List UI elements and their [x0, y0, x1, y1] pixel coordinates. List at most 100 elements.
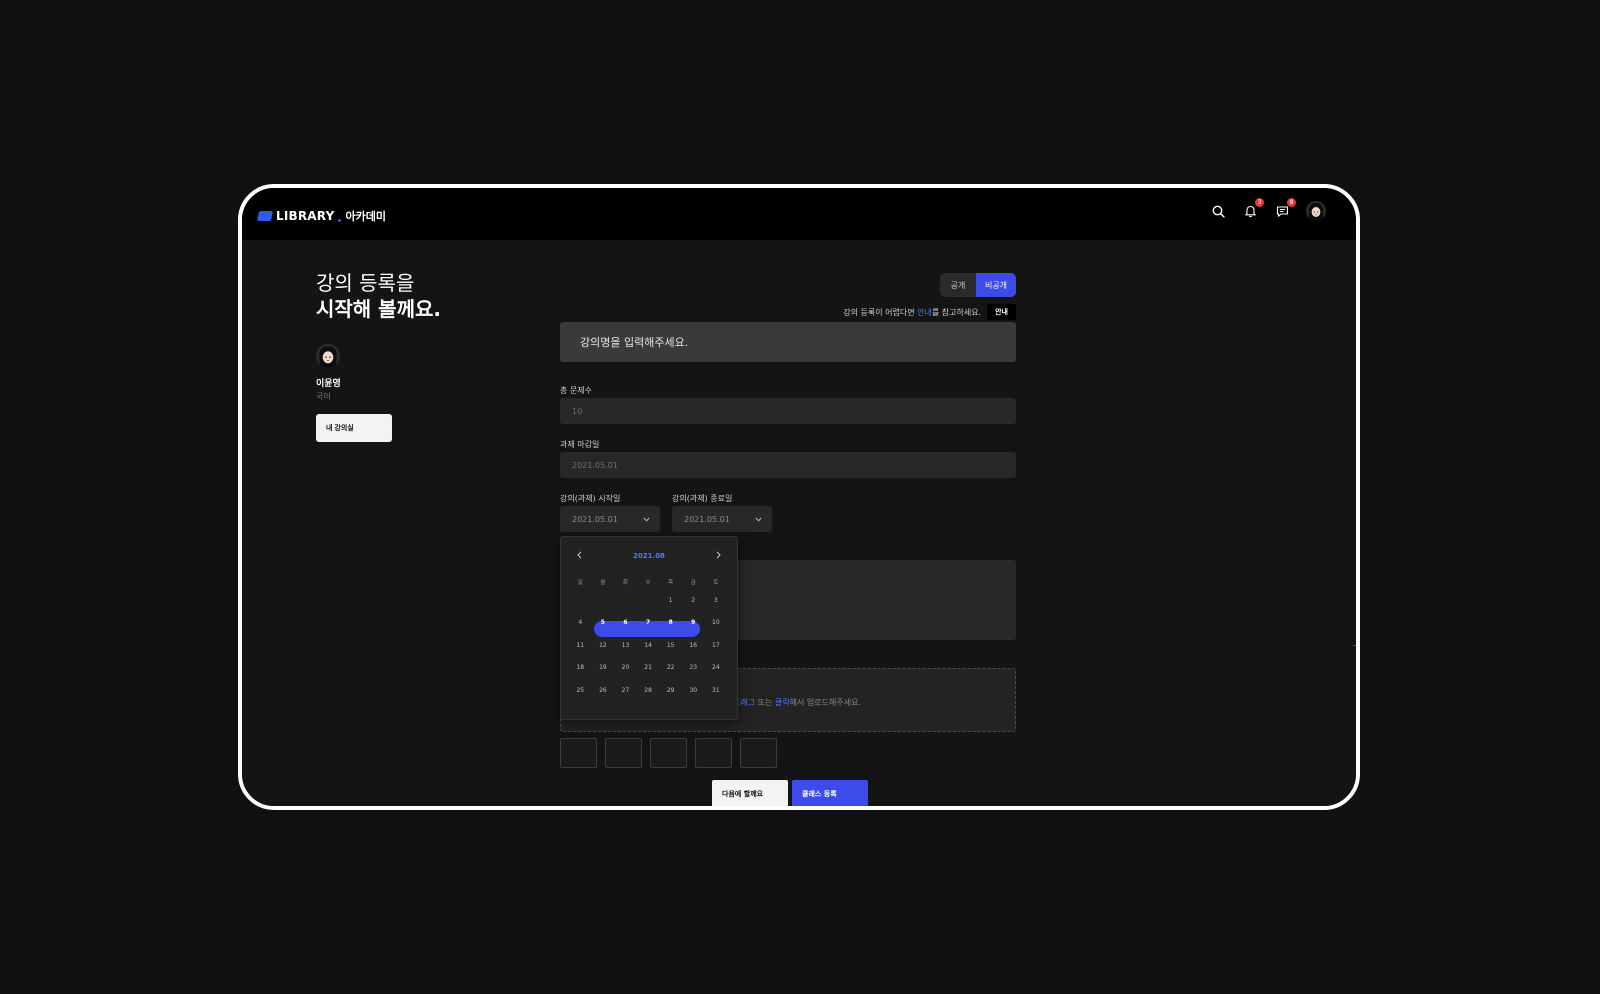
calendar-day[interactable]: 4: [569, 612, 592, 635]
calendar-day[interactable]: 8: [659, 612, 682, 635]
guide-button[interactable]: 안내: [987, 304, 1016, 320]
messages-button[interactable]: 8: [1274, 198, 1296, 219]
next-month-button[interactable]: [716, 551, 721, 562]
end-date-value: 2021.05.01: [684, 514, 730, 524]
public-option[interactable]: 공개: [940, 273, 976, 297]
deadline-label: 과제 마감일: [560, 440, 600, 449]
calendar-day[interactable]: 14: [637, 634, 660, 657]
calendar-day[interactable]: 6: [614, 612, 637, 635]
help-text-before: 강의 등록이 어렵다면: [843, 307, 915, 317]
start-date-value: 2021.05.01: [572, 514, 618, 524]
weekday-header: 화: [622, 580, 629, 586]
top-navbar: LIBRARY 아카데미 3 8: [242, 188, 1356, 240]
calendar-empty-cell: [637, 589, 660, 612]
weekday-header: 목: [668, 580, 674, 586]
calendar-day[interactable]: 31: [705, 679, 728, 702]
private-option[interactable]: 비공개: [976, 273, 1016, 297]
notification-badge: 3: [1255, 198, 1264, 207]
search-button[interactable]: [1210, 203, 1226, 219]
thumbnail-slot[interactable]: [695, 738, 732, 768]
avatar-icon: [1306, 201, 1326, 221]
calendar-day[interactable]: 30: [682, 679, 705, 702]
weekday-header: 일: [577, 580, 583, 586]
visibility-toggle: 공개 비공개: [940, 273, 1016, 297]
hero-heading-line1: 강의 등록을: [316, 271, 415, 295]
thumbnail-slot[interactable]: [605, 738, 642, 768]
calendar-day[interactable]: 29: [659, 679, 682, 702]
question-count-label: 총 문제수: [560, 386, 592, 395]
calendar-day[interactable]: 19: [592, 657, 615, 680]
logo-dot: [338, 218, 342, 222]
logo-sub: 아카데미: [345, 210, 386, 223]
calendar-day[interactable]: 23: [682, 657, 705, 680]
help-text: 강의 등록이 어렵다면 안내를 참고하세요.: [843, 307, 981, 318]
calendar-day[interactable]: 20: [614, 657, 637, 680]
calendar-day[interactable]: 16: [682, 634, 705, 657]
course-title-input[interactable]: [560, 322, 1016, 362]
register-class-button[interactable]: 클래스 등록: [792, 780, 868, 806]
upload-or-text: 또는: [755, 698, 775, 707]
logo[interactable]: LIBRARY 아카데미: [256, 208, 386, 224]
left-panel: 강의 등록을 시작해 볼께요. 이윤영 국어 내 강의실: [316, 270, 516, 442]
calendar-day[interactable]: 9: [682, 612, 705, 635]
calendar-day[interactable]: 7: [637, 612, 660, 635]
app-frame: LIBRARY 아카데미 3 8 강의 등록을 시작해 볼께요. 이윤영 국어 …: [238, 184, 1360, 810]
chevron-right-icon: [716, 551, 721, 559]
logo-text: LIBRARY: [276, 209, 335, 223]
calendar-empty-cell: [592, 589, 615, 612]
thumbnail-slot[interactable]: [740, 738, 777, 768]
calendar-day[interactable]: 13: [614, 634, 637, 657]
calendar-day[interactable]: 28: [637, 679, 660, 702]
calendar-day[interactable]: 15: [659, 634, 682, 657]
start-date-select[interactable]: 2021.05.01: [560, 506, 660, 532]
chat-icon: [1276, 205, 1288, 217]
upload-click-text: 클릭: [774, 698, 790, 707]
profile-avatar: [316, 344, 340, 368]
thumbnail-slots: [560, 738, 777, 768]
date-picker-popup: 2021.08 일 월 화 수 목 금 토 1 2 3 4 5 6 7 8 9 10 11 12 13 14 15 16 17…: [560, 536, 738, 720]
weekday-header: 월: [600, 580, 606, 586]
calendar-month: 2021.08: [633, 552, 665, 560]
calendar-day[interactable]: 22: [659, 657, 682, 680]
help-link[interactable]: 안내: [917, 308, 932, 317]
calendar-day[interactable]: 10: [705, 612, 728, 635]
calendar-day[interactable]: 5: [592, 612, 615, 635]
main-content: 강의 등록을 시작해 볼께요. 이윤영 국어 내 강의실 공개 비공개 강의 등…: [242, 240, 1356, 806]
chevron-down-icon: [755, 517, 762, 522]
end-date-select[interactable]: 2021.05.01: [672, 506, 772, 532]
calendar-empty-cell: [614, 589, 637, 612]
calendar-day[interactable]: 27: [614, 679, 637, 702]
avatar-icon: [316, 344, 340, 368]
calendar-day[interactable]: 1: [659, 589, 682, 612]
thumbnail-slot[interactable]: [560, 738, 597, 768]
weekday-header: 토: [713, 580, 719, 586]
help-text-after: 를 참고하세요.: [931, 307, 982, 317]
calendar-day[interactable]: 18: [569, 657, 592, 680]
calendar-day[interactable]: 11: [569, 634, 592, 657]
calendar-day[interactable]: 3: [705, 589, 728, 612]
calendar-day[interactable]: 21: [637, 657, 660, 680]
upload-rest-text: 해서 업로드해주세요.: [789, 698, 861, 707]
calendar-day[interactable]: 12: [592, 634, 615, 657]
calendar-empty-cell: [569, 589, 592, 612]
hero-heading-line2: 시작해 볼께요.: [316, 297, 441, 321]
edge-mark: [1353, 645, 1356, 646]
deadline-field[interactable]: 2021.05.01: [560, 452, 1016, 478]
later-button[interactable]: 다음에 할께요: [712, 780, 788, 806]
thumbnail-slot[interactable]: [650, 738, 687, 768]
upload-instructions: 드래그 또는 클릭해서 업로드해주세요.: [733, 697, 861, 708]
profile-name: 이윤영: [316, 379, 341, 389]
profile-subject: 국어: [316, 392, 331, 401]
calendar-day[interactable]: 2: [682, 589, 705, 612]
calendar-day[interactable]: 24: [705, 657, 728, 680]
user-avatar[interactable]: [1306, 201, 1326, 221]
calendar-day[interactable]: 25: [569, 679, 592, 702]
calendar-day[interactable]: 26: [592, 679, 615, 702]
question-count-field[interactable]: 10: [560, 398, 1016, 424]
calendar-day[interactable]: 17: [705, 634, 728, 657]
search-icon: [1212, 205, 1225, 218]
my-classroom-button[interactable]: 내 강의실: [316, 414, 392, 442]
calendar-grid: 일 월 화 수 목 금 토 1 2 3 4 5 6 7 8 9 10 11 12 13 14 15 16 17 18 19 20 21…: [569, 575, 731, 702]
start-date-label: 강의(과제) 시작일: [560, 494, 621, 503]
notifications-button[interactable]: 3: [1242, 198, 1264, 219]
